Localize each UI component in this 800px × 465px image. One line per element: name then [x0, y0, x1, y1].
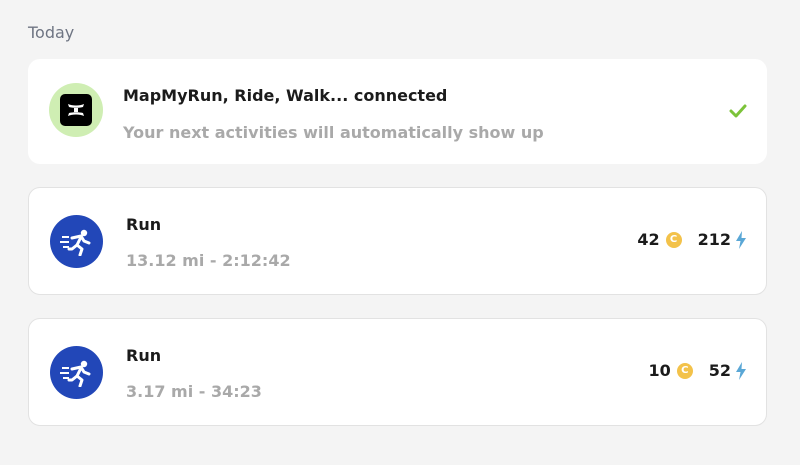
- activity-rewards: 42 C 212: [637, 230, 746, 249]
- connection-subtitle: Your next activities will automatically …: [123, 123, 544, 142]
- energy-value: 52: [708, 361, 731, 380]
- coin-icon: C: [676, 362, 693, 379]
- app-logo: [49, 83, 103, 137]
- activity-details: 3.17 mi - 34:23: [126, 382, 262, 401]
- energy-value: 212: [697, 230, 731, 249]
- activity-card[interactable]: Run 13.12 mi - 2:12:42 42 C 212: [28, 187, 767, 295]
- coins-value: 10: [648, 361, 671, 380]
- lightning-bolt-icon: [736, 361, 746, 380]
- checkmark-icon: [729, 103, 747, 122]
- runner-icon: [50, 215, 103, 268]
- coins-value: 42: [637, 230, 660, 249]
- activity-rewards: 10 C 52: [648, 361, 746, 380]
- lightning-bolt-icon: [736, 230, 746, 249]
- under-armour-logo-icon: [60, 94, 92, 126]
- connection-title: MapMyRun, Ride, Walk... connected: [123, 86, 448, 105]
- activity-title: Run: [126, 346, 162, 365]
- connected-app-card[interactable]: MapMyRun, Ride, Walk... connected Your n…: [28, 59, 767, 164]
- activity-title: Run: [126, 215, 162, 234]
- activity-card[interactable]: Run 3.17 mi - 34:23 10 C 52: [28, 318, 767, 426]
- runner-icon: [50, 346, 103, 399]
- activity-details: 13.12 mi - 2:12:42: [126, 251, 291, 270]
- coin-icon: C: [665, 231, 682, 248]
- section-label-today: Today: [28, 23, 75, 42]
